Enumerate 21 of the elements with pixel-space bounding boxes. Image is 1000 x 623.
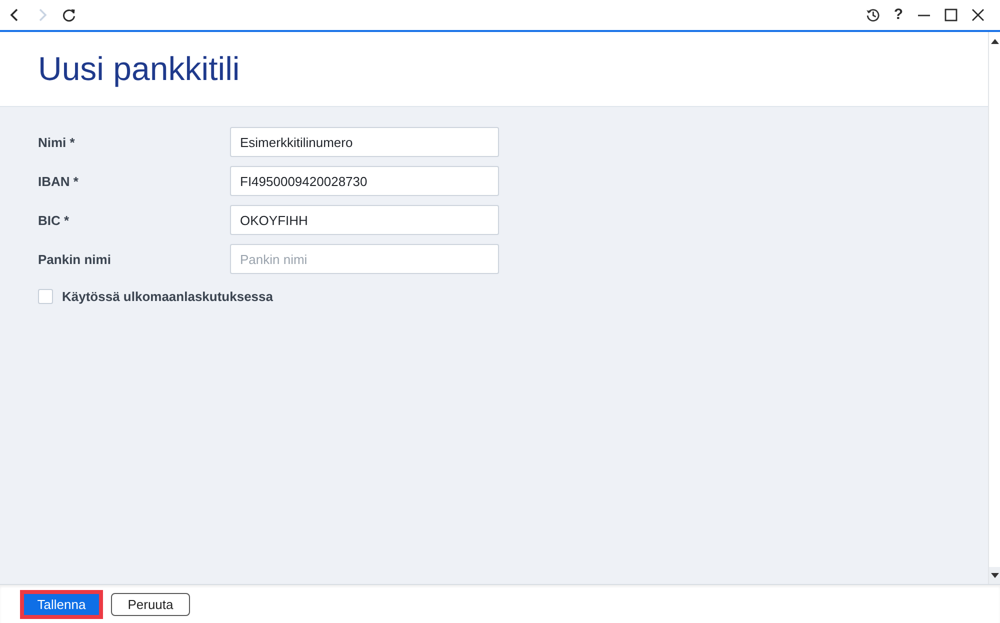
text-field[interactable]: Esimerkkitilinumero — [230, 127, 499, 157]
field-label: BIC * — [38, 212, 70, 228]
field-label: Pankin nimi — [38, 252, 112, 266]
checkbox[interactable] — [38, 289, 53, 304]
history-icon[interactable] — [866, 8, 880, 22]
text-field[interactable]: OKOYFIHH — [230, 205, 499, 235]
checkbox-label: Käytössä ulkomaanlaskutuksessa — [62, 289, 273, 304]
help-button[interactable]: ? — [892, 8, 904, 22]
scrollbar[interactable] — [988, 32, 1000, 584]
cancel-button[interactable]: Peruuta — [111, 592, 190, 616]
page-title: Uusi pankkitili — [38, 50, 240, 88]
scroll-down-icon[interactable] — [990, 573, 998, 578]
field-label: Nimi * — [38, 134, 76, 150]
text-field[interactable]: FI4950009420028730 — [230, 166, 499, 196]
save-button[interactable]: Tallenna — [20, 590, 103, 618]
maximize-icon[interactable] — [944, 8, 958, 22]
reload-icon[interactable] — [62, 8, 76, 22]
close-icon[interactable] — [971, 8, 985, 22]
scroll-up-icon[interactable] — [990, 39, 998, 44]
text-field[interactable]: Pankin nimi — [230, 244, 499, 274]
field-label: IBAN * — [38, 174, 80, 188]
